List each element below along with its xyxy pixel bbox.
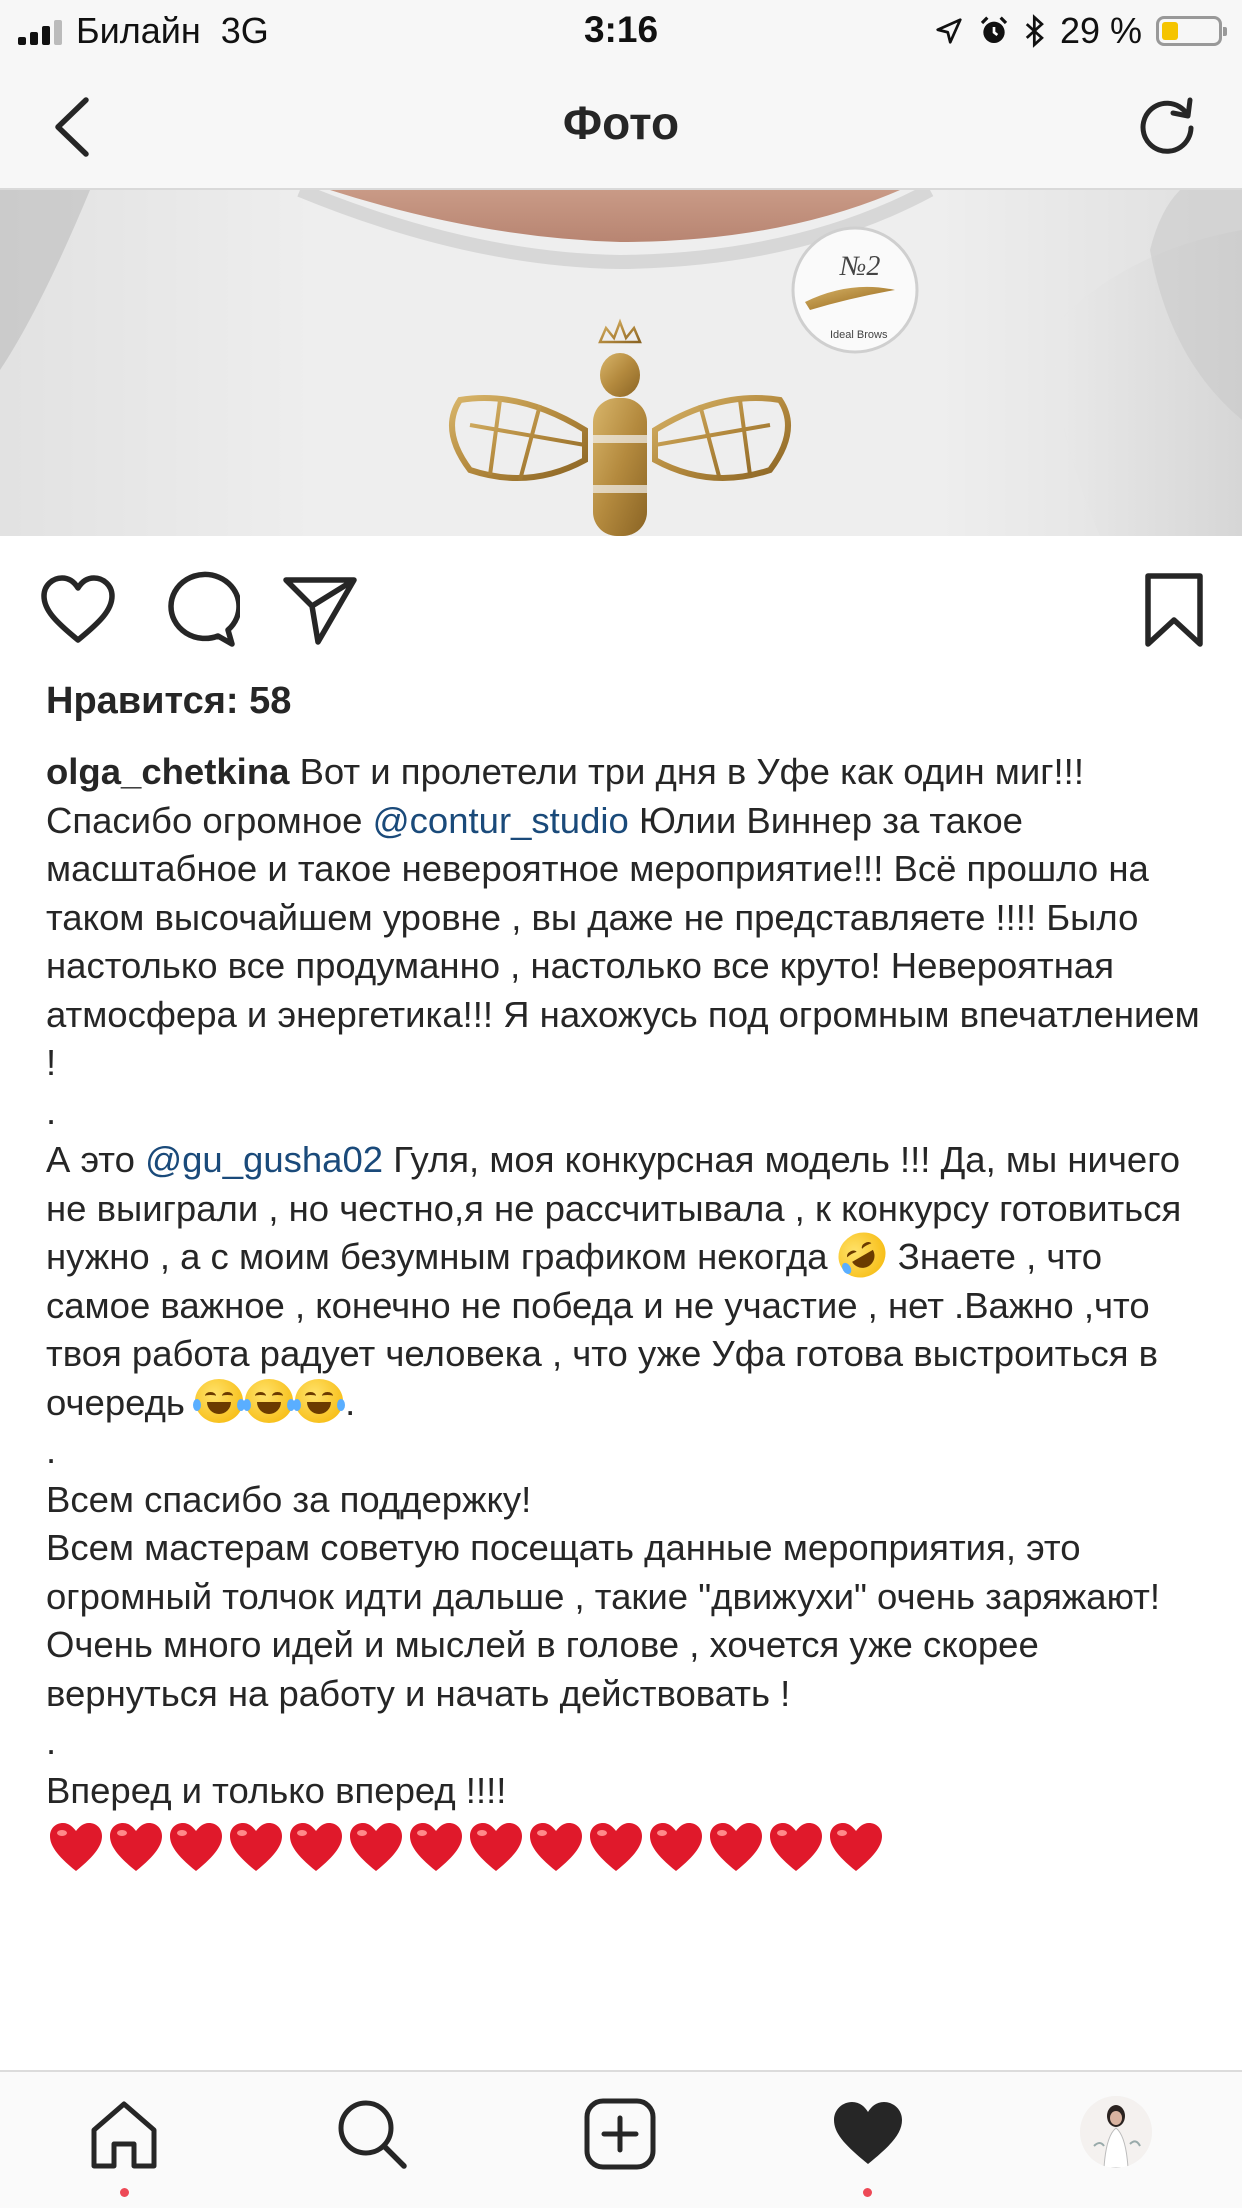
red-heart-emoji-icon	[170, 1823, 222, 1871]
location-arrow-icon	[936, 18, 962, 44]
caption-paragraph-6: Очень много идей и мыслей в голове , хоч…	[46, 1624, 1039, 1714]
caption-paragraph-3: А это @gu_gusha02 Гуля, моя конкурсная м…	[46, 1136, 1206, 1427]
red-heart-emoji-icon	[230, 1823, 282, 1871]
red-heart-emoji-icon	[530, 1823, 582, 1871]
caption-paragraph-7: Вперед и только вперед !!!!	[46, 1769, 507, 1811]
joy-emoji-icon	[293, 1378, 346, 1423]
red-heart-emoji-icon	[590, 1823, 642, 1871]
photo-image: №2 Ideal Brows	[0, 190, 1242, 536]
svg-text:Ideal Brows: Ideal Brows	[830, 329, 888, 341]
bookmark-icon[interactable]	[1134, 570, 1214, 650]
hearts-emoji-row	[46, 1819, 1206, 1875]
joy-emoji-icon	[243, 1378, 296, 1423]
mention-link[interactable]: @contur_studio	[373, 800, 629, 841]
caption-paragraph-1: olga_chetkina Вот и пролетели три дня в …	[46, 748, 1206, 797]
search-icon[interactable]	[334, 2096, 410, 2172]
profile-avatar[interactable]	[1080, 2096, 1152, 2168]
red-heart-emoji-icon	[710, 1823, 762, 1871]
caption-paragraph-4: Всем спасибо за поддержку!	[46, 1478, 532, 1520]
battery-level	[1162, 22, 1178, 40]
status-indicators: 29 %	[934, 10, 1227, 52]
caption-text-2a: Спасибо огромное	[46, 799, 373, 841]
battery-icon	[1156, 16, 1227, 46]
caption-dot: .	[46, 1430, 57, 1471]
home-notification-dot	[120, 2188, 129, 2197]
svg-text:№2: №2	[839, 251, 880, 282]
comment-icon[interactable]	[160, 570, 240, 650]
caption-dot: .	[46, 1090, 57, 1132]
red-heart-emoji-icon	[470, 1823, 522, 1871]
red-heart-emoji-icon	[830, 1823, 882, 1871]
red-heart-emoji-icon	[50, 1823, 102, 1871]
home-icon[interactable]	[86, 2096, 162, 2172]
refresh-icon[interactable]	[1134, 92, 1200, 158]
post-caption: olga_chetkina Вот и пролетели три дня в …	[46, 748, 1206, 1875]
status-bar: Билайн 3G 3:16 29 %	[0, 0, 1242, 62]
alarm-icon	[980, 16, 1008, 43]
avatar-image	[1080, 2096, 1152, 2168]
new-post-icon[interactable]	[582, 2096, 658, 2172]
red-heart-emoji-icon	[770, 1823, 822, 1871]
activity-notification-dot	[863, 2188, 872, 2197]
bluetooth-icon	[1025, 14, 1044, 48]
red-heart-emoji-icon	[410, 1823, 462, 1871]
rofl-emoji-icon	[829, 1223, 894, 1287]
post-actions	[0, 570, 1242, 650]
post-photo[interactable]: №2 Ideal Brows	[0, 190, 1242, 536]
red-heart-emoji-icon	[110, 1823, 162, 1871]
caption-text-1: Вот и пролетели три дня в Уфе как один м…	[299, 751, 1084, 792]
caption-paragraph-5: Всем мастерам советую посещать данные ме…	[46, 1527, 1161, 1617]
tab-bar	[0, 2070, 1242, 2208]
battery-percent: 29 %	[1059, 10, 1142, 51]
red-heart-emoji-icon	[350, 1823, 402, 1871]
heart-outline-icon[interactable]	[38, 570, 118, 650]
red-heart-emoji-icon	[650, 1823, 702, 1871]
caption-text-3d: .	[345, 1381, 356, 1423]
joy-emoji-icon	[193, 1378, 246, 1423]
mention-link[interactable]: @gu_gusha02	[145, 1139, 383, 1180]
navigation-bar: Фото	[0, 62, 1242, 190]
caption-paragraph-2: Спасибо огромное @contur_studio Юлии Вин…	[46, 797, 1206, 1088]
post-username[interactable]: olga_chetkina	[46, 751, 289, 792]
caption-dot: .	[46, 1721, 57, 1762]
paper-plane-icon[interactable]	[280, 570, 360, 650]
likes-count[interactable]: Нравится: 58	[46, 680, 291, 723]
caption-text-3a: А это	[46, 1139, 146, 1180]
red-heart-emoji-icon	[290, 1823, 342, 1871]
caption-text-2b: Юлии Виннер за такое масштабное и такое …	[46, 799, 1200, 1084]
activity-heart-icon[interactable]	[830, 2096, 906, 2172]
page-title: Фото	[562, 97, 680, 149]
